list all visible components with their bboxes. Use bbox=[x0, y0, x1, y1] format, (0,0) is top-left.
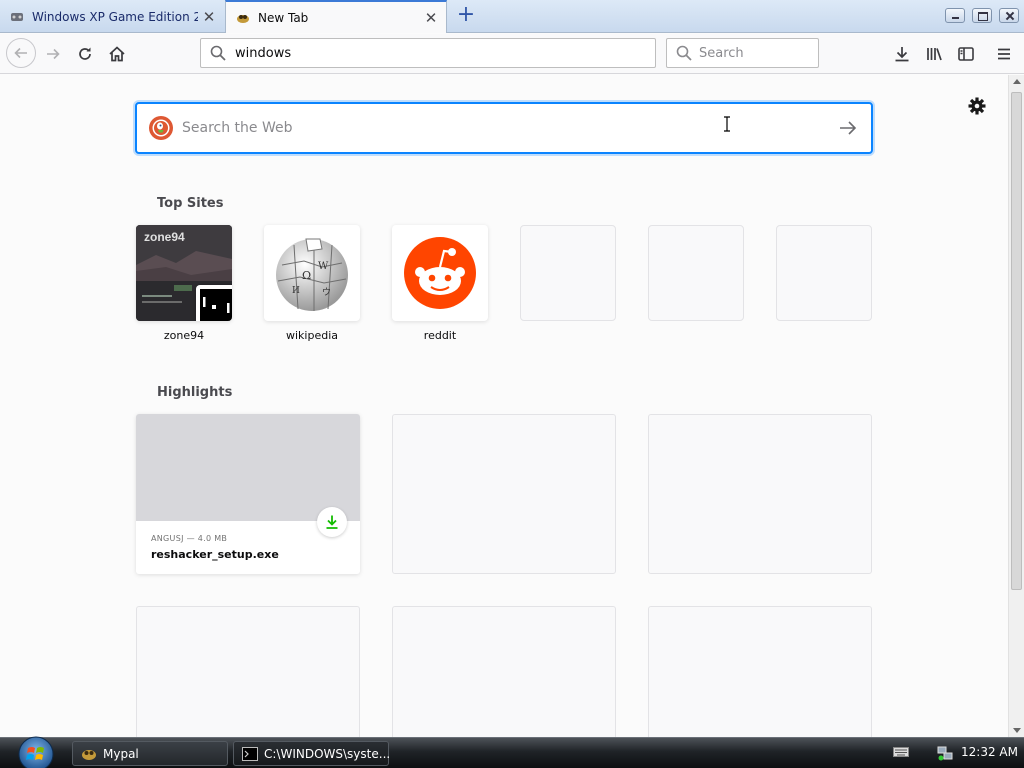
highlight-source: ANGUSJ — 4.0 MB bbox=[151, 534, 228, 543]
taskbar-item-label: C:\WINDOWS\syste... bbox=[264, 746, 391, 761]
windows-taskbar: Mypal C:\WINDOWS\syste... 12:32 AM bbox=[0, 736, 1024, 768]
search-icon bbox=[210, 45, 226, 61]
svg-text:ウ: ウ bbox=[322, 287, 331, 298]
top-site-thumbnail: Ω W И ウ bbox=[264, 225, 360, 321]
svg-text:W: W bbox=[318, 261, 329, 272]
start-button[interactable] bbox=[14, 732, 58, 768]
highlight-title: reshacker_setup.exe bbox=[151, 548, 279, 561]
search-placeholder: Search bbox=[699, 45, 744, 61]
download-icon bbox=[326, 515, 338, 529]
highlight-placeholder bbox=[648, 606, 872, 737]
tab-title: New Tab bbox=[258, 10, 309, 25]
zone94-favicon bbox=[196, 285, 232, 321]
svg-text:И: И bbox=[292, 286, 300, 296]
top-site-label: zone94 bbox=[163, 329, 205, 342]
reddit-logo-icon bbox=[404, 237, 476, 309]
scrollbar-thumb[interactable] bbox=[1011, 92, 1022, 590]
scroll-up-arrow-icon[interactable] bbox=[1013, 79, 1021, 84]
hamburger-menu-icon bbox=[998, 48, 1010, 60]
library-button[interactable] bbox=[920, 40, 948, 68]
window-minimize-button[interactable] bbox=[945, 8, 965, 23]
new-tab-page: Top Sites zone94 zone94 bbox=[0, 75, 1008, 737]
top-site-reddit[interactable]: reddit bbox=[392, 225, 488, 342]
top-site-thumbnail bbox=[392, 225, 488, 321]
sidebar-toggle-button[interactable] bbox=[952, 40, 980, 68]
text-cursor-icon bbox=[724, 116, 730, 132]
tab-windows-xp-game-edition[interactable]: Windows XP Game Edition 2018 ✕ bbox=[0, 1, 224, 33]
command-prompt-icon bbox=[242, 746, 258, 761]
top-site-placeholder bbox=[776, 225, 872, 321]
download-icon bbox=[895, 47, 909, 62]
scroll-down-arrow-icon[interactable] bbox=[1013, 728, 1021, 733]
reload-icon bbox=[79, 47, 91, 60]
tab-new-tab[interactable]: New Tab ✕ bbox=[225, 0, 447, 33]
tab-close-icon[interactable]: ✕ bbox=[420, 9, 442, 27]
url-input-value: windows bbox=[235, 45, 292, 61]
menu-button[interactable] bbox=[990, 40, 1018, 68]
search-icon bbox=[676, 45, 692, 61]
search-bar[interactable]: Search bbox=[666, 38, 819, 68]
mypal-icon bbox=[82, 749, 96, 760]
highlight-placeholder bbox=[648, 414, 872, 574]
arrow-right-icon bbox=[47, 48, 60, 60]
mypal-favicon-icon bbox=[237, 14, 249, 23]
taskbar-item-label: Mypal bbox=[103, 746, 139, 761]
highlight-preview bbox=[136, 414, 360, 521]
top-site-empty bbox=[520, 225, 616, 321]
forward-button[interactable] bbox=[39, 40, 67, 68]
web-search-box[interactable] bbox=[135, 102, 873, 154]
new-tab-button[interactable]: + bbox=[455, 4, 477, 27]
back-button[interactable] bbox=[6, 38, 36, 68]
navigation-toolbar: windows Search bbox=[0, 34, 1024, 74]
highlights-heading: Highlights bbox=[157, 385, 233, 400]
top-site-zone94[interactable]: zone94 zone94 bbox=[136, 225, 232, 342]
top-site-empty bbox=[776, 225, 872, 321]
highlight-placeholder bbox=[392, 606, 616, 737]
top-site-empty bbox=[648, 225, 744, 321]
duckduckgo-logo-icon bbox=[149, 116, 173, 140]
highlight-placeholder bbox=[392, 414, 616, 574]
game-favicon-icon bbox=[11, 13, 23, 21]
top-site-label: wikipedia bbox=[285, 329, 338, 342]
taskbar-item-mypal[interactable]: Mypal bbox=[72, 741, 228, 766]
highlight-card-download[interactable]: ANGUSJ — 4.0 MB reshacker_setup.exe bbox=[136, 414, 360, 574]
top-sites-heading: Top Sites bbox=[157, 196, 224, 211]
sidebar-icon bbox=[958, 47, 974, 61]
tab-close-icon[interactable]: ✕ bbox=[198, 8, 220, 26]
svg-text:Ω: Ω bbox=[302, 269, 311, 282]
top-site-placeholder bbox=[648, 225, 744, 321]
top-site-placeholder bbox=[520, 225, 616, 321]
download-badge bbox=[317, 507, 347, 537]
wikipedia-globe-icon: Ω W И ウ bbox=[276, 238, 348, 311]
library-icon bbox=[927, 48, 942, 61]
url-bar[interactable]: windows bbox=[200, 38, 656, 68]
arrow-left-icon bbox=[14, 47, 27, 59]
home-icon bbox=[109, 46, 125, 62]
top-site-wikipedia[interactable]: Ω W И ウ wikipedia bbox=[264, 225, 360, 342]
reload-button[interactable] bbox=[71, 40, 99, 68]
gear-icon[interactable] bbox=[966, 95, 988, 117]
taskbar-clock: 12:32 AM bbox=[961, 745, 1018, 759]
highlight-placeholder bbox=[136, 606, 360, 737]
arrow-right-icon[interactable] bbox=[837, 117, 859, 139]
zone94-thumb-text: zone94 bbox=[144, 230, 185, 244]
taskbar-item-cmd[interactable]: C:\WINDOWS\syste... bbox=[233, 741, 391, 766]
top-site-thumbnail: zone94 bbox=[136, 225, 232, 321]
network-icon[interactable] bbox=[937, 745, 953, 761]
vertical-scrollbar[interactable] bbox=[1008, 75, 1024, 737]
home-button[interactable] bbox=[103, 40, 131, 68]
web-search-input[interactable] bbox=[182, 117, 782, 139]
tab-strip: Windows XP Game Edition 2018 ✕ New Tab ✕… bbox=[0, 0, 1024, 33]
window-close-button[interactable] bbox=[999, 8, 1019, 23]
downloads-button[interactable] bbox=[888, 40, 916, 68]
top-site-label: reddit bbox=[423, 329, 457, 342]
tab-title: Windows XP Game Edition 2018 bbox=[32, 10, 198, 24]
pong-logo-icon bbox=[200, 289, 232, 321]
window-restore-button[interactable] bbox=[972, 8, 992, 23]
keyboard-icon[interactable] bbox=[893, 746, 909, 758]
